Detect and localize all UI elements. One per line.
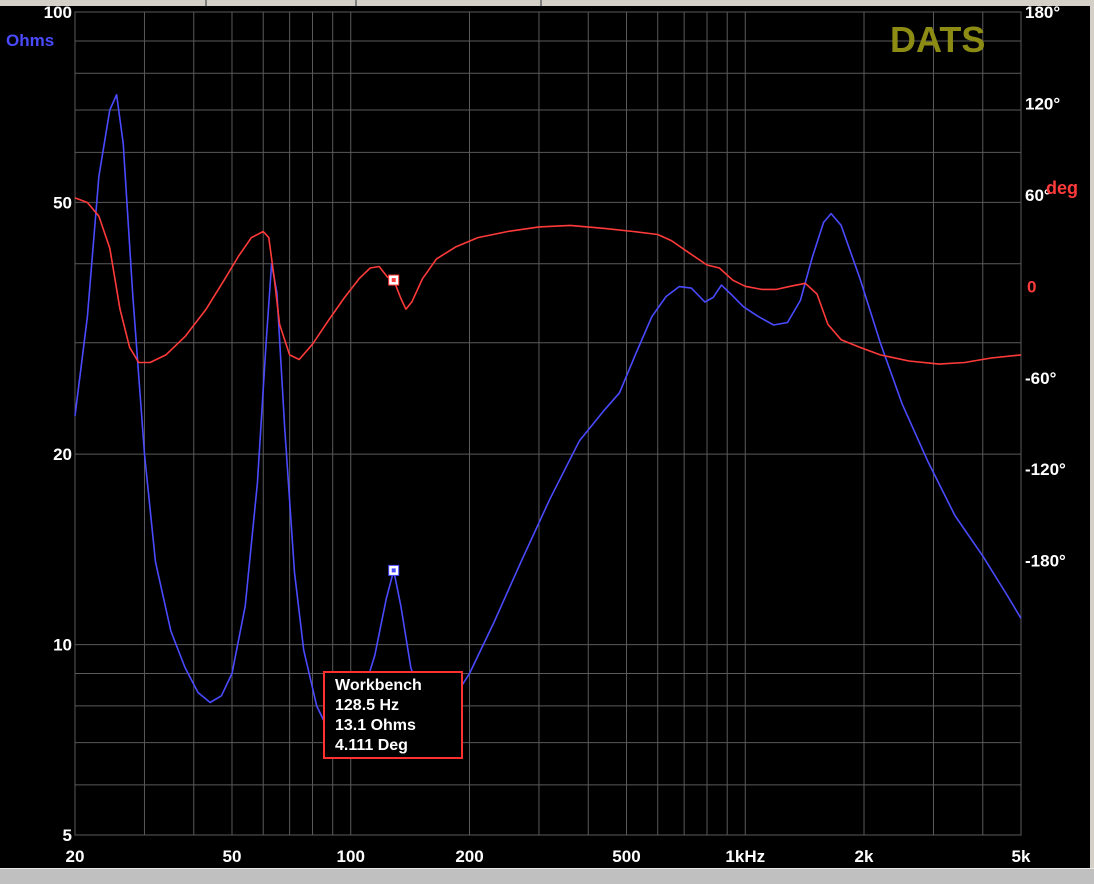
impedance-phase-plot: 20 50 100 200 500 1kHz 2k 5k 100 50 20 10 5 180° 120… xyxy=(6,3,1078,866)
x-tick-label: 200 xyxy=(455,847,483,866)
right-y-tick-label: -180° xyxy=(1025,552,1066,571)
window-right-edge xyxy=(1090,6,1094,868)
x-tick-label: 1kHz xyxy=(725,847,765,866)
cursor-readout-name: Workbench xyxy=(335,677,422,694)
x-tick-label: 500 xyxy=(612,847,640,866)
right-y-tick-label: -60° xyxy=(1025,369,1057,388)
brand-logo: DATS xyxy=(890,19,985,60)
x-tick-label: 50 xyxy=(223,847,242,866)
chart-window: 20 50 100 200 500 1kHz 2k 5k 100 50 20 10 5 180° 120… xyxy=(0,0,1094,884)
x-tick-label: 100 xyxy=(337,847,365,866)
cursor-readout-frequency: 128.5 Hz xyxy=(335,697,399,714)
x-tick-label: 5k xyxy=(1012,847,1031,866)
impedance-curve xyxy=(74,93,1022,736)
x-tick-label: 2k xyxy=(855,847,874,866)
right-y-tick-label: 180° xyxy=(1025,3,1060,22)
x-tick-labels: 20 50 100 200 500 1kHz 2k 5k xyxy=(66,847,1031,866)
x-tick-label: 20 xyxy=(66,847,85,866)
data-series xyxy=(74,93,1022,736)
right-y-tick-label: -120° xyxy=(1025,460,1066,479)
cursor-readout-phase: 4.111 Deg xyxy=(335,737,408,754)
left-y-tick-labels: 100 50 20 10 5 xyxy=(44,3,72,845)
right-y-tick-label: 0 xyxy=(1027,277,1036,296)
cursor-markers[interactable] xyxy=(388,274,400,576)
cursor-readout-box: Workbench 128.5 Hz 13.1 Ohms 4.111 Deg xyxy=(323,671,463,759)
left-y-tick-label: 50 xyxy=(53,193,72,212)
plot-border xyxy=(74,11,1022,836)
right-axis-label: deg xyxy=(1046,178,1078,198)
phase-cursor-marker-dot xyxy=(391,278,396,283)
left-y-tick-label: 100 xyxy=(44,3,72,22)
left-y-tick-label: 10 xyxy=(53,636,72,655)
left-axis-label: Ohms xyxy=(6,31,54,50)
major-grid xyxy=(74,11,1022,836)
window-bottom-strip xyxy=(0,868,1094,884)
right-y-tick-labels: 180°120°60°0-60°-120°-180° xyxy=(1025,3,1066,571)
left-y-tick-label: 5 xyxy=(63,826,72,845)
impedance-cursor-marker-dot xyxy=(391,568,396,573)
cursor-readout-impedance: 13.1 Ohms xyxy=(335,717,416,734)
minor-grid xyxy=(74,11,1022,836)
right-y-tick-label: 120° xyxy=(1025,94,1060,113)
left-y-tick-label: 20 xyxy=(53,445,72,464)
